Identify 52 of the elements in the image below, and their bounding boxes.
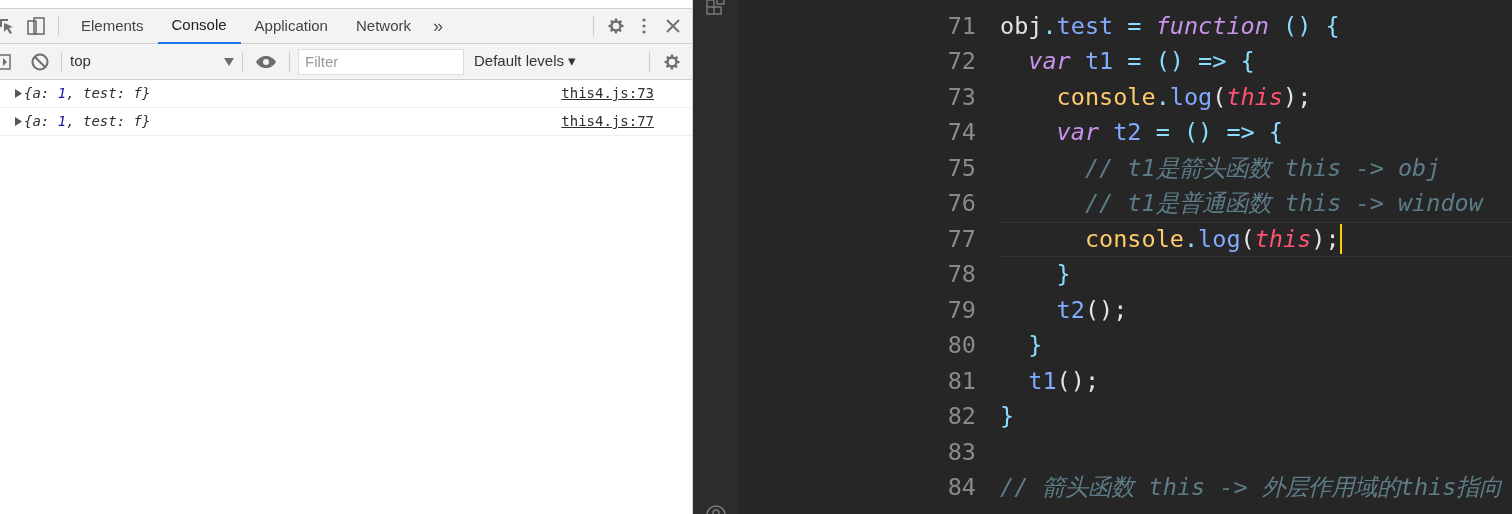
code-line: } (1027, 334, 1043, 358)
clear-icon[interactable] (31, 52, 49, 71)
line-number: 76 (946, 188, 977, 220)
line-number: 83 (946, 436, 977, 468)
source-link[interactable]: this4.js:77 (561, 111, 654, 132)
settings-icon[interactable] (606, 16, 626, 36)
console-message[interactable]: {a: 1, test: f} (24, 83, 151, 104)
code-line: // t1是箭头函数 this -> obj (1083, 156, 1441, 180)
devtools-tab[interactable]: Elements (67, 8, 158, 44)
caret-icon (224, 57, 234, 66)
code-line: obj.test = function () { (1000, 14, 1340, 38)
code-line: console.log(this); (1083, 227, 1340, 251)
levels-dropdown[interactable]: Default levels ▾ (474, 50, 577, 73)
code-line: // 箭头函数 this -> 外层作用域的this指向 (1000, 476, 1503, 500)
context-select[interactable]: top (62, 50, 242, 73)
code-line: var t1 = () => { (1027, 50, 1255, 74)
line-number: 73 (946, 81, 977, 113)
expand-arrow-icon[interactable] (15, 117, 22, 126)
text-cursor (1339, 224, 1342, 255)
line-number: 82 (946, 401, 977, 433)
close-icon[interactable] (666, 19, 680, 33)
expand-arrow-icon[interactable] (15, 89, 22, 98)
account-icon[interactable] (705, 504, 727, 514)
code-line: var t2 = () => { (1055, 121, 1283, 145)
extensions-icon[interactable] (705, 0, 727, 16)
inspect-icon[interactable] (0, 17, 14, 35)
source-link[interactable]: this4.js:73 (561, 83, 654, 104)
sidebar-toggle-icon[interactable] (0, 52, 12, 71)
line-number: 84 (946, 472, 977, 504)
devtools-tab[interactable]: Network (341, 8, 425, 44)
line-number: 74 (946, 117, 977, 149)
line-number: 79 (946, 294, 977, 326)
more-options-icon[interactable] (642, 18, 646, 34)
filter-field[interactable]: Filter (298, 48, 464, 75)
line-number: 80 (946, 330, 977, 362)
device-icon[interactable] (26, 16, 46, 36)
code-line: } (1055, 263, 1071, 287)
code-line: t2(); (1055, 298, 1128, 322)
code-line: } (1000, 405, 1015, 429)
eye-icon[interactable] (255, 54, 277, 69)
code-line: t1(); (1027, 369, 1100, 393)
code-line: console.log(this); (1055, 85, 1312, 109)
code-line: // t1是普通函数 this -> window (1083, 192, 1483, 216)
line-number: 72 (946, 46, 977, 78)
line-number: 75 (946, 152, 977, 184)
line-number: 71 (946, 10, 977, 42)
devtools-tab[interactable]: Application (240, 8, 342, 44)
line-number: 77 (946, 223, 977, 255)
line-number: 78 (946, 259, 977, 291)
more-tabs-button[interactable]: » (425, 12, 451, 40)
console-message[interactable]: {a: 1, test: f} (24, 111, 151, 132)
line-number: 81 (946, 365, 977, 397)
